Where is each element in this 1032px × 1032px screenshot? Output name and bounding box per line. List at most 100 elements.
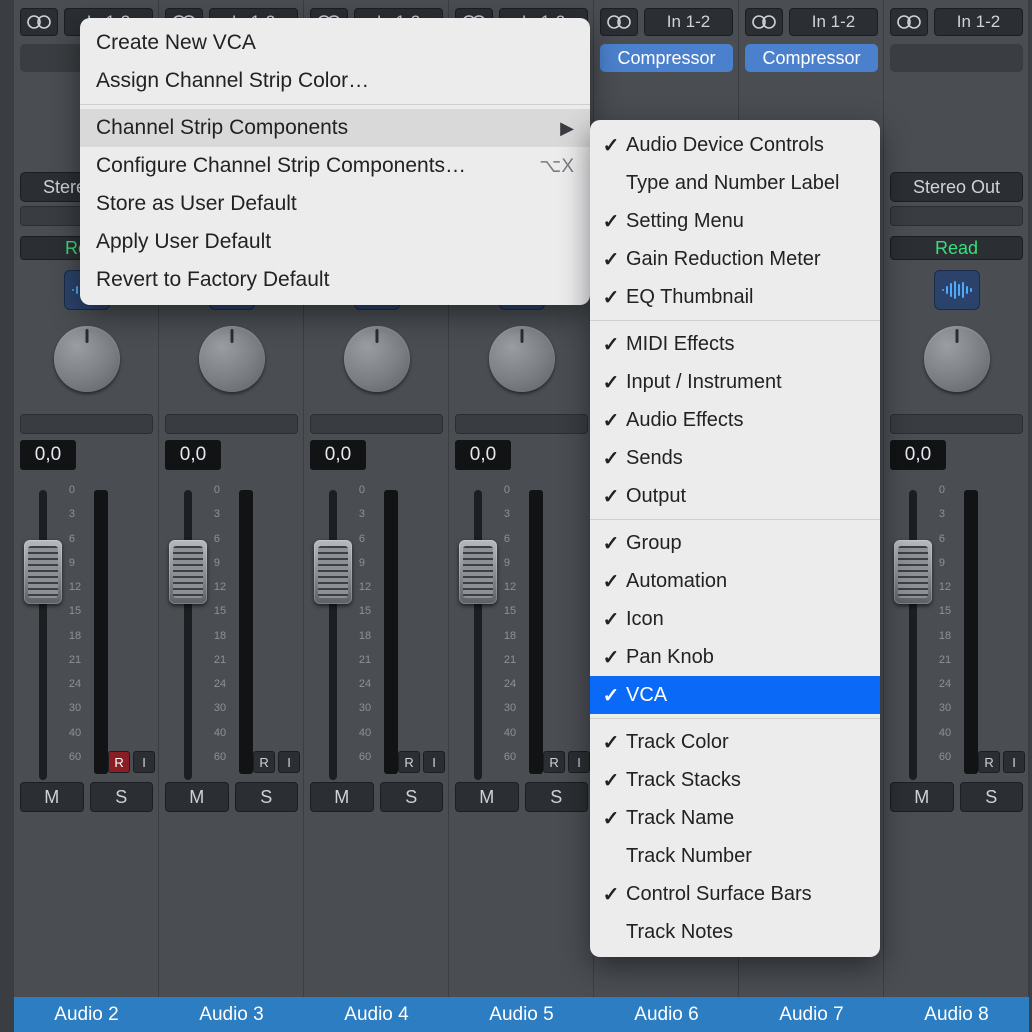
menu-item[interactable]: Assign Channel Strip Color… (80, 62, 590, 100)
input-selector[interactable]: In 1-2 (934, 8, 1023, 36)
submenu-item[interactable]: ✓Setting Menu (590, 202, 880, 240)
submenu-item[interactable]: Track Number (590, 837, 880, 875)
track-name-label[interactable]: Audio 6 (594, 997, 739, 1032)
input-selector[interactable]: In 1-2 (644, 8, 733, 36)
vca-slot[interactable] (455, 414, 588, 434)
submenu-item[interactable]: ✓Track Name (590, 799, 880, 837)
stereo-mode-icon[interactable] (600, 8, 638, 36)
level-meter (239, 490, 253, 774)
input-monitor-button[interactable]: I (423, 751, 445, 773)
submenu-item[interactable]: ✓Gain Reduction Meter (590, 240, 880, 278)
submenu-item[interactable]: ✓Audio Effects (590, 401, 880, 439)
fader-cap[interactable] (314, 540, 352, 604)
input-monitor-button[interactable]: I (568, 751, 590, 773)
solo-button[interactable]: S (235, 782, 299, 812)
insert-slot[interactable]: Compressor (745, 44, 878, 72)
input-monitor-button[interactable]: I (1003, 751, 1025, 773)
mute-button[interactable]: M (165, 782, 229, 812)
checkmark-icon: ✓ (600, 645, 622, 670)
submenu-item-label: VCA (626, 684, 667, 707)
submenu-item[interactable]: ✓Track Color (590, 723, 880, 761)
fader[interactable] (308, 484, 359, 774)
track-name-label[interactable]: Audio 5 (449, 997, 594, 1032)
group-slot[interactable] (890, 206, 1023, 226)
submenu-item-label: Icon (626, 608, 664, 631)
track-name-label[interactable]: Audio 4 (304, 997, 449, 1032)
vca-slot[interactable] (310, 414, 443, 434)
solo-button[interactable]: S (90, 782, 154, 812)
track-icon[interactable] (934, 270, 980, 310)
submenu-item[interactable]: ✓Group (590, 524, 880, 562)
submenu-item[interactable]: ✓Track Stacks (590, 761, 880, 799)
vca-slot[interactable] (20, 414, 153, 434)
submenu-item[interactable]: ✓Output (590, 477, 880, 515)
insert-slot[interactable]: Compressor (600, 44, 733, 72)
input-monitor-button[interactable]: I (278, 751, 300, 773)
pan-knob[interactable] (54, 326, 120, 392)
pan-knob[interactable] (924, 326, 990, 392)
pan-knob[interactable] (344, 326, 410, 392)
menu-item[interactable]: Configure Channel Strip Components…⌥X (80, 147, 590, 185)
input-monitor-button[interactable]: I (133, 751, 155, 773)
menu-item[interactable]: Apply User Default (80, 223, 590, 261)
insert-slot[interactable] (890, 44, 1023, 72)
menu-item[interactable]: Channel Strip Components▶ (80, 109, 590, 147)
channel-strip-components-submenu: ✓Audio Device ControlsType and Number La… (590, 120, 880, 957)
fader-cap[interactable] (169, 540, 207, 604)
input-selector[interactable]: In 1-2 (789, 8, 878, 36)
mute-button[interactable]: M (890, 782, 954, 812)
mute-button[interactable]: M (310, 782, 374, 812)
mute-button[interactable]: M (455, 782, 519, 812)
fader[interactable] (18, 484, 69, 774)
submenu-item[interactable]: ✓Control Surface Bars (590, 875, 880, 913)
submenu-item[interactable]: Type and Number Label (590, 164, 880, 202)
menu-item[interactable]: Revert to Factory Default (80, 261, 590, 299)
fader-cap[interactable] (459, 540, 497, 604)
submenu-item[interactable]: Track Notes (590, 913, 880, 951)
solo-button[interactable]: S (960, 782, 1024, 812)
record-enable-button[interactable]: R (978, 751, 1000, 773)
mute-button[interactable]: M (20, 782, 84, 812)
track-name-label[interactable]: Audio 8 (884, 997, 1029, 1032)
submenu-item[interactable]: ✓Icon (590, 600, 880, 638)
submenu-item[interactable]: ✓Sends (590, 439, 880, 477)
automation-mode-button[interactable]: Read (890, 236, 1023, 260)
solo-button[interactable]: S (380, 782, 444, 812)
scale-tick: 12 (504, 581, 529, 593)
context-menu: Create New VCAAssign Channel Strip Color… (80, 18, 590, 305)
fader-cap[interactable] (894, 540, 932, 604)
stereo-mode-icon[interactable] (890, 8, 928, 36)
fader[interactable] (888, 484, 939, 774)
vca-slot[interactable] (165, 414, 298, 434)
submenu-item[interactable]: ✓Audio Device Controls (590, 126, 880, 164)
fader[interactable] (453, 484, 504, 774)
submenu-item[interactable]: ✓EQ Thumbnail (590, 278, 880, 316)
fader-cap[interactable] (24, 540, 62, 604)
scale-tick: 60 (504, 751, 529, 763)
fader[interactable] (163, 484, 214, 774)
scale-tick: 0 (504, 484, 529, 496)
record-enable-button[interactable]: R (398, 751, 420, 773)
record-enable-button[interactable]: R (108, 751, 130, 773)
track-name-label[interactable]: Audio 3 (159, 997, 304, 1032)
track-name-label[interactable]: Audio 7 (739, 997, 884, 1032)
vca-slot[interactable] (890, 414, 1023, 434)
solo-button[interactable]: S (525, 782, 589, 812)
stereo-mode-icon[interactable] (745, 8, 783, 36)
submenu-item[interactable]: ✓Automation (590, 562, 880, 600)
menu-item[interactable]: Store as User Default (80, 185, 590, 223)
record-enable-button[interactable]: R (543, 751, 565, 773)
menu-item[interactable]: Create New VCA (80, 24, 590, 62)
stereo-mode-icon[interactable] (20, 8, 58, 36)
record-enable-button[interactable]: R (253, 751, 275, 773)
submenu-item[interactable]: ✓MIDI Effects (590, 325, 880, 363)
submenu-item[interactable]: ✓Input / Instrument (590, 363, 880, 401)
pan-knob[interactable] (199, 326, 265, 392)
pan-knob[interactable] (489, 326, 555, 392)
submenu-item[interactable]: ✓VCA (590, 676, 880, 714)
track-name-label[interactable]: Audio 2 (14, 997, 159, 1032)
checkmark-icon: ✓ (600, 370, 622, 395)
submenu-item[interactable]: ✓Pan Knob (590, 638, 880, 676)
output-selector[interactable]: Stereo Out (890, 172, 1023, 202)
scale-tick: 3 (504, 508, 529, 520)
